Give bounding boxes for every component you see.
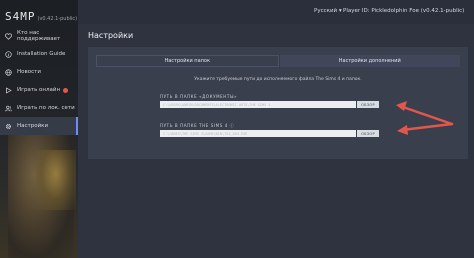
red-arrow-icon [396,101,454,126]
annotation-arrows [396,101,454,135]
red-arrow-icon [397,122,454,135]
